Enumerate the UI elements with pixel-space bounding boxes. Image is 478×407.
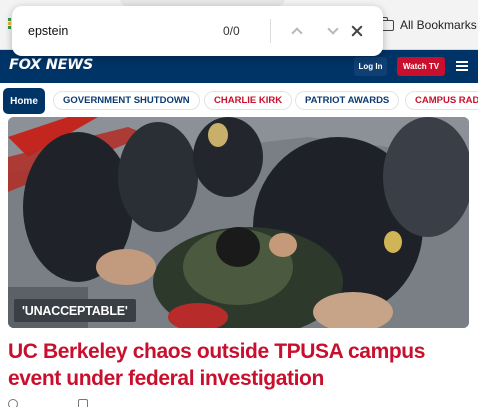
close-icon [351, 25, 363, 37]
previous-match-button[interactable] [285, 19, 309, 43]
find-input[interactable] [28, 21, 208, 41]
clock-icon [8, 399, 18, 407]
close-find-button[interactable] [345, 19, 369, 43]
nav-item-charlie-kirk[interactable]: CHARLIE KIRK [204, 91, 293, 110]
story-headline[interactable]: UC Berkeley chaos outside TPUSA campus e… [8, 338, 468, 392]
comment-icon[interactable] [78, 399, 88, 407]
chevron-up-icon [291, 27, 303, 39]
all-bookmarks-label: All Bookmarks [400, 18, 477, 32]
fox-news-logo[interactable]: FOX NEWS [9, 57, 93, 73]
hamburger-menu-icon[interactable] [456, 61, 468, 71]
nav-home-tab[interactable]: Home [3, 88, 45, 114]
next-match-button[interactable] [321, 19, 345, 43]
watch-tv-button[interactable]: Watch TV [397, 57, 445, 76]
hero-photo-illustration [8, 117, 469, 328]
nav-item-patriot-awards[interactable]: PATRIOT AWARDS [295, 91, 400, 110]
find-match-count: 0/0 [223, 24, 240, 38]
find-in-page-bar: 0/0 [12, 6, 383, 56]
nav-item-government-shutdown[interactable]: GOVERNMENT SHUTDOWN [53, 91, 200, 110]
login-button[interactable]: Log In [354, 57, 387, 76]
nav-item-campus-rad[interactable]: CAMPUS RAD [405, 91, 478, 110]
topic-nav: Home GOVERNMENT SHUTDOWN CHARLIE KIRK PA… [0, 83, 478, 117]
divider [270, 19, 271, 43]
all-bookmarks-button[interactable]: All Bookmarks [379, 14, 477, 36]
chevron-down-icon [327, 23, 339, 35]
story-meta [8, 399, 88, 407]
hero-image[interactable] [8, 117, 469, 328]
browser-window: All Bookmarks 0/0 FOX NEWS Log In Watch … [0, 0, 478, 407]
story-badge: 'UNACCEPTABLE' [14, 299, 136, 322]
